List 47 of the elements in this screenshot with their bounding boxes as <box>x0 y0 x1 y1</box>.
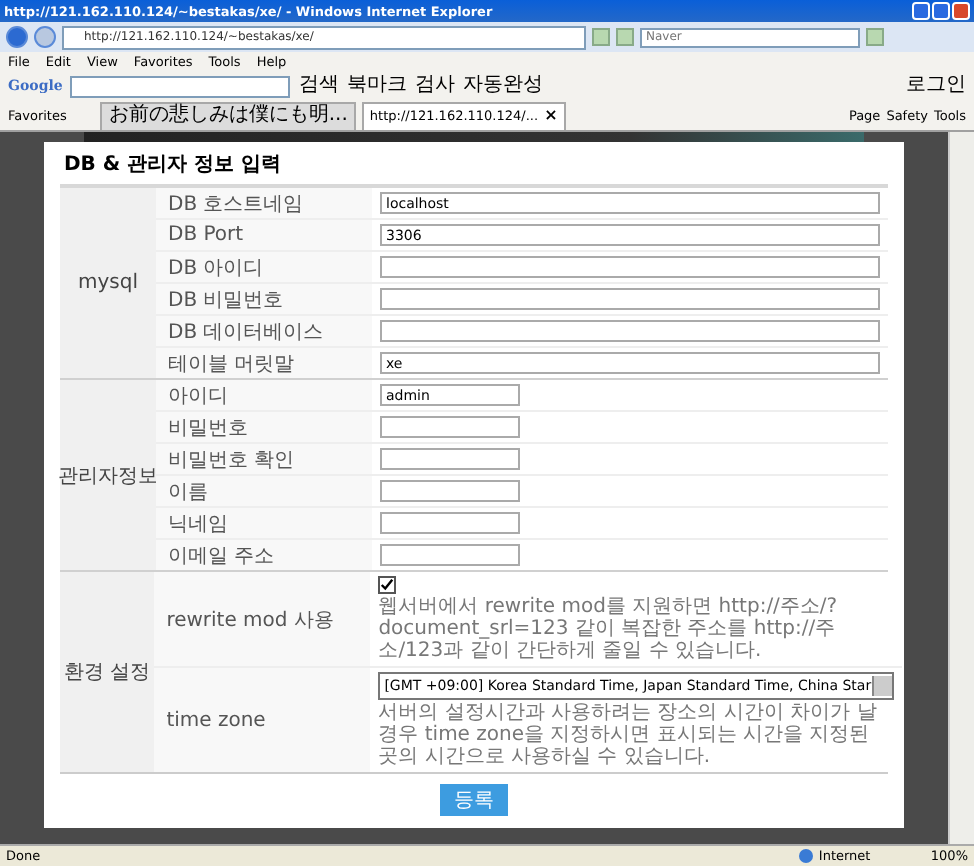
login-button[interactable]: 로그인 <box>906 74 966 98</box>
stop-button[interactable] <box>616 28 634 46</box>
field-label: DB Port <box>156 220 372 250</box>
toolbar-button[interactable]: 자동완성 <box>462 74 543 98</box>
section-label: 관리자정보 <box>60 380 156 570</box>
field-label: 테이블 머릿말 <box>156 348 372 378</box>
refresh-button[interactable] <box>592 28 610 46</box>
field-label: 닉네임 <box>156 508 372 538</box>
field-label: 비밀번호 확인 <box>156 444 372 474</box>
form-heading: DB & 관리자 정보 입력 <box>62 152 284 180</box>
toolbar-button[interactable]: 북마크 <box>346 74 407 98</box>
close-tab-button[interactable]: × <box>544 104 558 128</box>
close-button[interactable] <box>952 2 970 20</box>
back-button[interactable] <box>6 26 28 48</box>
text-field[interactable] <box>380 544 520 566</box>
text-field[interactable] <box>380 448 520 470</box>
text-field[interactable] <box>380 416 520 438</box>
field-description: 서버의 설정시간과 사용하려는 장소의 시간이 차이가 날 경우 time zone을 지정하시면 표시되는 시간을 지정된 곳의 시간으로 사용하실 수 있습니다. <box>378 702 879 768</box>
field-label: DB 데이터베이스 <box>156 316 372 346</box>
field-label: 아이디 <box>156 380 372 410</box>
text-field[interactable] <box>380 288 880 310</box>
vertical-scrollbar[interactable] <box>948 132 974 844</box>
minimize-button[interactable] <box>912 2 930 20</box>
section-label: mysql <box>60 188 156 378</box>
text-field[interactable] <box>380 320 880 342</box>
maximize-button[interactable] <box>932 2 950 20</box>
field-label: time zone <box>154 668 371 772</box>
field-label: 이메일 주소 <box>156 540 372 570</box>
toolbar-button[interactable]: 검사 <box>414 74 455 98</box>
search-button[interactable] <box>866 28 884 46</box>
field-label: 이름 <box>156 476 372 506</box>
field-label: DB 호스트네임 <box>156 188 372 218</box>
field-label: rewrite mod 사용 <box>154 572 371 666</box>
text-field[interactable] <box>380 256 880 278</box>
checkbox[interactable] <box>378 576 397 594</box>
field-label: DB 아이디 <box>156 252 372 282</box>
field-label: DB 비밀번호 <box>156 284 372 314</box>
text-field[interactable] <box>380 480 520 502</box>
forward-button[interactable] <box>34 26 56 48</box>
section-label: 환경 설정 <box>60 572 155 772</box>
text-field[interactable] <box>380 512 520 534</box>
browser-tab[interactable]: お前の悲しみは僕にも明... <box>100 101 356 129</box>
google-search-field[interactable] <box>70 75 291 97</box>
globe-icon <box>798 848 815 864</box>
field-label: 비밀번호 <box>156 412 372 442</box>
toolbar-button[interactable]: 검색 <box>298 74 339 98</box>
field-description: 웹서버에서 rewrite mod를 지원하면 http://주소/?document_srl=123 같이 복잡한 주소를 http://주소/123과 같이 간단하게 줄일 수 있습니다. <box>378 596 840 662</box>
